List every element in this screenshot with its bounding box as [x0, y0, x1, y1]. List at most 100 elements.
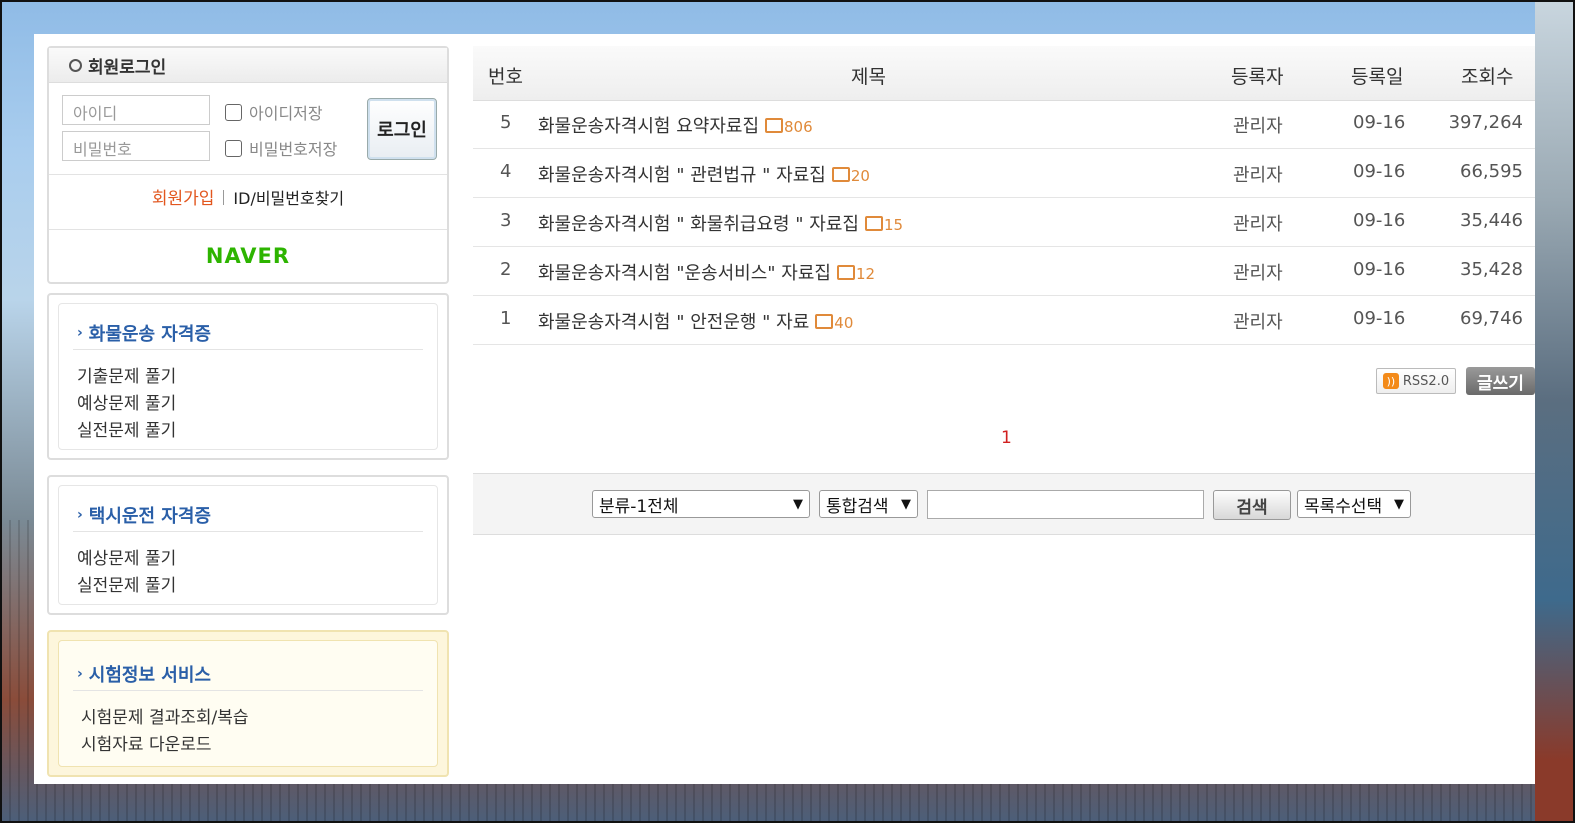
search-scope-value: 통합검색 [826, 496, 889, 517]
save-pw-checkbox[interactable] [225, 139, 242, 157]
table-row: 2 화물운송자격시험 "운송서비스" 자료집 12 관리자 09-16 35,42… [473, 247, 1535, 296]
post-title-link[interactable]: 화물운송자격시험 " 화물취급요령 " 자료집 [538, 214, 859, 235]
chevron-down-icon: ▼ [901, 496, 911, 512]
save-id-label: 아이디저장 [249, 104, 323, 123]
menu-box-taxi: › 택시운전 자격증 예상문제 풀기 실전문제 풀기 [47, 475, 449, 615]
divider [49, 229, 447, 230]
login-box: 회원로그인 아이디 비밀번호 아이디저장 비밀번호저장 로그인 회원가입 ID/비… [47, 46, 449, 284]
menu-box-cargo: › 화물운송 자격증 기출문제 풀기 예상문제 풀기 실전문제 풀기 [47, 293, 449, 460]
menu-item[interactable]: 실전문제 풀기 [77, 571, 176, 596]
table-row: 1 화물운송자격시험 " 안전운행 " 자료 40 관리자 09-16 69,74… [473, 296, 1535, 345]
post-number: 2 [500, 259, 512, 280]
post-views: 35,446 [1460, 210, 1523, 231]
post-author: 관리자 [1233, 116, 1283, 137]
page-number[interactable]: 1 [1001, 428, 1012, 448]
post-title-link[interactable]: 화물운송자격시험 " 안전운행 " 자료 [538, 312, 809, 333]
menu-item[interactable]: 시험문제 결과조회/복습 [81, 703, 249, 728]
divider [73, 349, 423, 350]
menu-box-inner: › 시험정보 서비스 시험문제 결과조회/복습 시험자료 다운로드 [58, 640, 438, 767]
login-title: 회원로그인 [88, 57, 167, 78]
divider [49, 174, 447, 175]
divider [73, 690, 423, 691]
comment-bubble-icon [836, 265, 855, 280]
list-count-value: 목록수선택 [1304, 496, 1383, 517]
post-number: 5 [500, 112, 512, 133]
post-date: 09-16 [1353, 161, 1406, 182]
post-author: 관리자 [1233, 165, 1283, 186]
menu-title[interactable]: › 택시운전 자격증 [77, 502, 211, 528]
header-author: 등록자 [1231, 66, 1284, 88]
list-count-select[interactable]: 목록수선택 ▼ [1297, 490, 1411, 518]
login-header: 회원로그인 [49, 48, 447, 83]
board-header: 번호 제목 등록자 등록일 조회수 [473, 46, 1535, 101]
id-input[interactable]: 아이디 [62, 95, 210, 125]
menu-title[interactable]: › 화물운송 자격증 [77, 320, 211, 346]
category-value: 분류-1전체 [599, 496, 679, 517]
post-views: 397,264 [1448, 112, 1523, 133]
comment-count: 806 [765, 118, 813, 136]
post-date: 09-16 [1353, 210, 1406, 231]
post-date: 09-16 [1353, 308, 1406, 329]
menu-item[interactable]: 기출문제 풀기 [77, 362, 176, 387]
table-row: 4 화물운송자격시험 " 관련법규 " 자료집 20 관리자 09-16 66,5… [473, 149, 1535, 198]
menu-box-inner: › 택시운전 자격증 예상문제 풀기 실전문제 풀기 [58, 485, 438, 605]
post-views: 66,595 [1460, 161, 1523, 182]
naver-login-logo[interactable]: NAVER [49, 244, 447, 268]
post-date: 09-16 [1353, 112, 1406, 133]
find-account-link[interactable]: ID/비밀번호찾기 [233, 189, 344, 208]
menu-title[interactable]: › 시험정보 서비스 [77, 661, 211, 687]
comment-bubble-icon [864, 216, 883, 231]
search-bar: 분류-1전체 ▼ 통합검색 ▼ 검색 목록수선택 ▼ [473, 473, 1535, 535]
menu-item[interactable]: 시험자료 다운로드 [81, 730, 212, 755]
post-title-cell: 화물운송자격시험 "운송서비스" 자료집 12 [538, 259, 875, 285]
menu-box-exam-info: › 시험정보 서비스 시험문제 결과조회/복습 시험자료 다운로드 [47, 630, 449, 777]
post-author: 관리자 [1233, 214, 1283, 235]
post-views: 69,746 [1460, 308, 1523, 329]
search-button[interactable]: 검색 [1213, 490, 1291, 520]
comment-count: 12 [836, 265, 875, 283]
menu-item[interactable]: 실전문제 풀기 [77, 416, 176, 441]
post-date: 09-16 [1353, 259, 1406, 280]
comment-bubble-icon [815, 314, 834, 329]
post-author: 관리자 [1233, 312, 1283, 333]
post-title-link[interactable]: 화물운송자격시험 "운송서비스" 자료집 [538, 263, 831, 284]
background-right-strip [1535, 0, 1575, 823]
post-author: 관리자 [1233, 263, 1283, 284]
search-input[interactable] [927, 490, 1204, 519]
post-number: 3 [500, 210, 512, 231]
header-views: 조회수 [1461, 66, 1514, 88]
save-id-option[interactable]: 아이디저장 [225, 100, 323, 124]
comment-count: 15 [864, 216, 903, 234]
rss-button[interactable]: )) RSS2.0 [1376, 368, 1456, 394]
post-title-link[interactable]: 화물운송자격시험 " 관련법규 " 자료집 [538, 165, 826, 186]
caret-right-icon: › [77, 666, 83, 682]
save-pw-option[interactable]: 비밀번호저장 [225, 136, 337, 160]
join-link[interactable]: 회원가입 [152, 189, 215, 209]
post-number: 1 [500, 308, 512, 329]
comment-bubble-icon [765, 118, 784, 133]
category-select[interactable]: 분류-1전체 ▼ [592, 490, 810, 518]
password-input[interactable]: 비밀번호 [62, 131, 210, 161]
menu-item[interactable]: 예상문제 풀기 [77, 544, 176, 569]
table-row: 5 화물운송자격시험 요약자료집 806 관리자 09-16 397,264 [473, 100, 1535, 149]
post-number: 4 [500, 161, 512, 182]
post-title-cell: 화물운송자격시험 요약자료집 806 [538, 112, 813, 138]
menu-item[interactable]: 예상문제 풀기 [77, 389, 176, 414]
search-scope-select[interactable]: 통합검색 ▼ [819, 490, 918, 518]
comment-bubble-icon [831, 167, 850, 182]
login-button[interactable]: 로그인 [367, 98, 437, 160]
save-pw-label: 비밀번호저장 [249, 140, 338, 159]
circle-bullet-icon [69, 58, 82, 72]
save-id-checkbox[interactable] [225, 103, 242, 121]
divider [223, 190, 225, 205]
post-title-link[interactable]: 화물운송자격시험 요약자료집 [538, 116, 759, 137]
header-date: 등록일 [1351, 66, 1404, 88]
write-button[interactable]: 글쓰기 [1466, 367, 1535, 395]
post-views: 35,428 [1460, 259, 1523, 280]
table-row: 3 화물운송자격시험 " 화물취급요령 " 자료집 15 관리자 09-16 35… [473, 198, 1535, 247]
post-title-cell: 화물운송자격시험 " 안전운행 " 자료 40 [538, 308, 853, 334]
account-links: 회원가입 ID/비밀번호찾기 [49, 184, 447, 209]
chevron-down-icon: ▼ [1394, 496, 1404, 512]
rss-label: RSS2.0 [1402, 373, 1450, 389]
header-title: 제목 [851, 66, 886, 88]
